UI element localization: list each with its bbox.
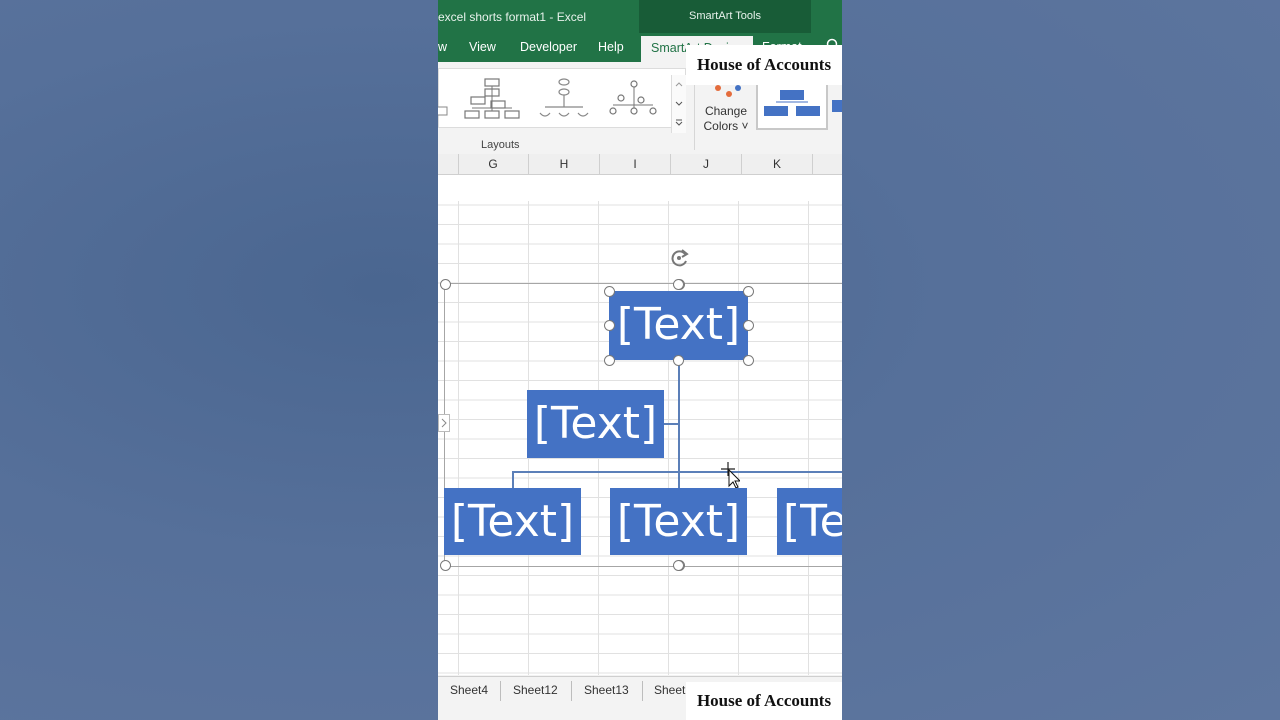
column-header-h[interactable]: H (529, 154, 600, 174)
column-header-partial[interactable] (438, 154, 459, 174)
shape-resize-handle[interactable] (673, 279, 684, 290)
grid-blank-area (438, 175, 842, 201)
column-header-i[interactable]: I (600, 154, 671, 174)
resize-handle[interactable] (673, 560, 684, 571)
smartart-child-shape[interactable]: [Text] (777, 488, 842, 555)
sheet-tab[interactable]: Sheet12 (513, 683, 558, 697)
excel-window: excel shorts format1 - Excel SmartArt To… (438, 0, 842, 720)
gallery-scrollbar[interactable] (671, 75, 686, 133)
tab-divider (571, 681, 572, 701)
shape-resize-handle[interactable] (604, 286, 615, 297)
watermark-top: House of Accounts (686, 45, 842, 85)
layouts-gallery[interactable] (438, 68, 686, 133)
change-colors-button[interactable]: Change Colors ˅ (702, 104, 750, 134)
layout-labeled-hierarchy-icon[interactable] (607, 79, 661, 119)
column-header-g[interactable]: G (458, 154, 529, 174)
shape-resize-handle[interactable] (743, 320, 754, 331)
contextual-tab-group: SmartArt Tools (639, 0, 811, 33)
tab-developer[interactable]: Developer (520, 40, 577, 54)
watermark-bottom: House of Accounts (686, 682, 842, 720)
connector-line (512, 471, 514, 488)
connector-line (664, 423, 678, 425)
sheet-tab[interactable]: Sheet (654, 683, 685, 697)
shape-resize-handle[interactable] (743, 286, 754, 297)
rotate-handle-icon[interactable] (668, 247, 692, 269)
tab-view[interactable]: View (469, 40, 496, 54)
next-style-thumbnail[interactable] (832, 100, 842, 112)
column-headers: G H I J K (438, 154, 842, 175)
layout-org-chart-icon[interactable] (438, 105, 449, 119)
chevron-up-icon[interactable] (675, 81, 683, 87)
window-title: excel shorts format1 - Excel (438, 10, 587, 24)
sheet-tab[interactable]: Sheet13 (584, 683, 629, 697)
layouts-group-label: Layouts (481, 139, 520, 151)
tab-divider (500, 681, 501, 701)
style-preview-icon (764, 90, 820, 116)
smartart-child-shape[interactable]: [Text] (610, 488, 747, 555)
tab-help[interactable]: Help (598, 40, 624, 54)
change-colors-label-2: Colors ˅ (703, 119, 749, 133)
chevron-down-icon[interactable] (675, 101, 683, 107)
shape-resize-handle[interactable] (743, 355, 754, 366)
column-header-j[interactable]: J (671, 154, 742, 174)
connector-line (678, 360, 680, 488)
change-colors-label: Change (704, 104, 748, 118)
layout-hierarchy-icon[interactable] (463, 77, 523, 121)
column-header-k[interactable]: K (742, 154, 813, 174)
sheet-tab[interactable]: Sheet4 (450, 683, 488, 697)
text-pane-toggle-icon[interactable] (438, 414, 450, 432)
shape-resize-handle[interactable] (673, 355, 684, 366)
resize-handle[interactable] (440, 560, 451, 571)
smartart-child-shape[interactable]: [Text] (444, 488, 581, 555)
connector-line (512, 471, 842, 473)
smartart-assistant-shape[interactable]: [Text] (527, 390, 664, 458)
tab-view-partial[interactable]: w (438, 40, 447, 54)
resize-handle[interactable] (440, 279, 451, 290)
smartart-top-shape[interactable]: [Text] (609, 291, 748, 360)
move-cursor-icon (721, 462, 740, 488)
smartart-style-thumbnail[interactable] (756, 82, 828, 130)
shape-resize-handle[interactable] (604, 320, 615, 331)
shape-resize-handle[interactable] (604, 355, 615, 366)
tab-divider (642, 681, 643, 701)
more-layouts-icon[interactable] (675, 119, 683, 127)
layout-circle-hierarchy-icon[interactable] (537, 77, 591, 121)
